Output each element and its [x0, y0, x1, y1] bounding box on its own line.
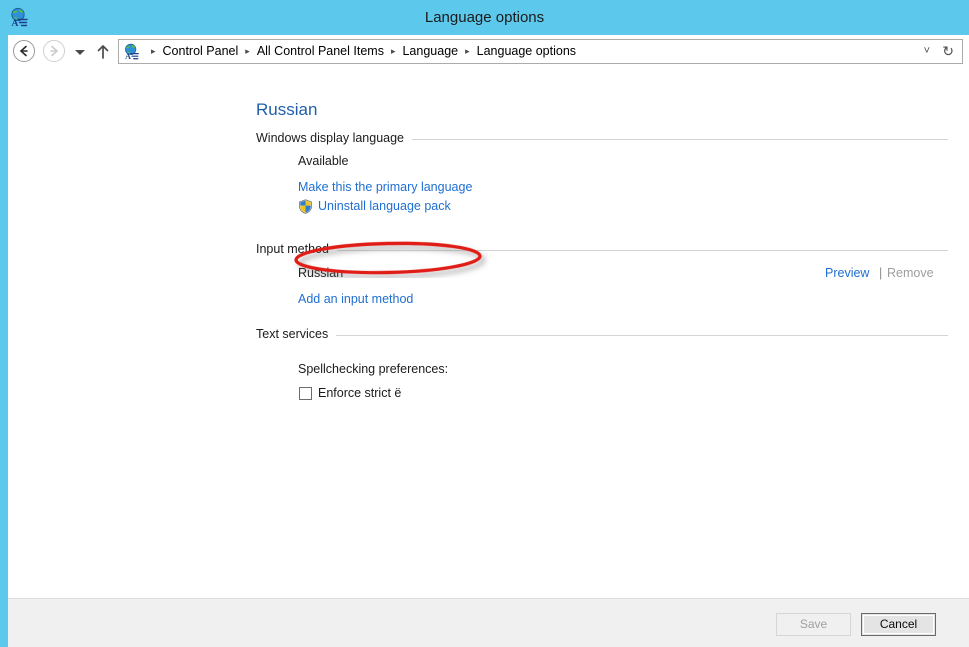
enforce-strict-yo-checkbox[interactable]	[299, 387, 312, 400]
add-input-method-link[interactable]: Add an input method	[298, 292, 413, 306]
navigation-bar: A ▸ Control Panel ▸ All Control Panel Items…	[8, 35, 969, 68]
up-one-level-button[interactable]	[93, 40, 113, 64]
recent-locations-button[interactable]	[70, 40, 90, 64]
section-label: Text services	[256, 327, 337, 341]
breadcrumb: ▸ Control Panel ▸ All Control Panel Items ▸ L…	[144, 40, 576, 63]
breadcrumb-separator: ▸	[465, 46, 470, 56]
language-globe-icon: A	[123, 43, 140, 61]
section-label: Input method	[256, 242, 337, 256]
section-text-services: Text services	[256, 327, 948, 343]
breadcrumb-item-all-control-panel-items[interactable]: All Control Panel Items	[257, 44, 384, 58]
breadcrumb-separator: ▸	[245, 46, 250, 56]
section-input-method: Input method	[256, 242, 948, 258]
uninstall-language-pack-link[interactable]: Uninstall language pack	[318, 199, 451, 213]
page-title: Russian	[256, 100, 318, 119]
content-pane: Russian Windows display language Availab…	[8, 68, 969, 598]
chevron-down-icon	[70, 50, 90, 68]
breadcrumb-item-language[interactable]: Language	[402, 44, 458, 58]
window-frame-left	[0, 35, 8, 647]
spellchecking-preferences-label: Spellchecking preferences:	[298, 362, 449, 376]
remove-link: Remove	[887, 266, 934, 280]
language-options-window: A Language options A ▸ Control Panel ▸ A…	[0, 0, 969, 647]
breadcrumb-item-control-panel[interactable]: Control Panel	[163, 44, 239, 58]
section-windows-display-language: Windows display language	[256, 131, 948, 147]
address-bar[interactable]: A ▸ Control Panel ▸ All Control Panel Items…	[118, 39, 963, 64]
up-arrow-icon	[93, 45, 113, 68]
cancel-button[interactable]: Cancel	[861, 613, 936, 636]
enforce-strict-yo-label[interactable]: Enforce strict ё	[318, 386, 401, 400]
preview-link[interactable]: Preview	[825, 266, 869, 280]
section-divider	[256, 250, 948, 251]
breadcrumb-separator: ▸	[390, 46, 396, 56]
section-label: Windows display language	[256, 131, 413, 145]
address-dropdown-chevron-icon[interactable]: ˅	[924, 40, 930, 63]
dialog-footer: Save Cancel	[8, 598, 969, 647]
forward-arrow-icon	[43, 40, 65, 62]
link-separator: |	[879, 266, 883, 280]
input-method-name: Russian	[298, 266, 344, 280]
display-language-status: Available	[298, 154, 349, 168]
section-divider	[256, 335, 948, 336]
window-title: Language options	[424, 9, 545, 26]
uac-shield-icon	[298, 199, 313, 214]
save-button: Save	[776, 613, 851, 636]
refresh-icon[interactable]: ↻	[942, 40, 954, 63]
breadcrumb-item-language-options[interactable]: Language options	[477, 44, 576, 58]
title-bar: A Language options	[0, 0, 969, 35]
forward-button	[43, 40, 67, 64]
back-button[interactable]	[13, 40, 37, 64]
back-arrow-icon	[13, 40, 35, 62]
breadcrumb-separator: ▸	[151, 46, 156, 56]
make-primary-language-link[interactable]: Make this the primary language	[298, 180, 472, 194]
